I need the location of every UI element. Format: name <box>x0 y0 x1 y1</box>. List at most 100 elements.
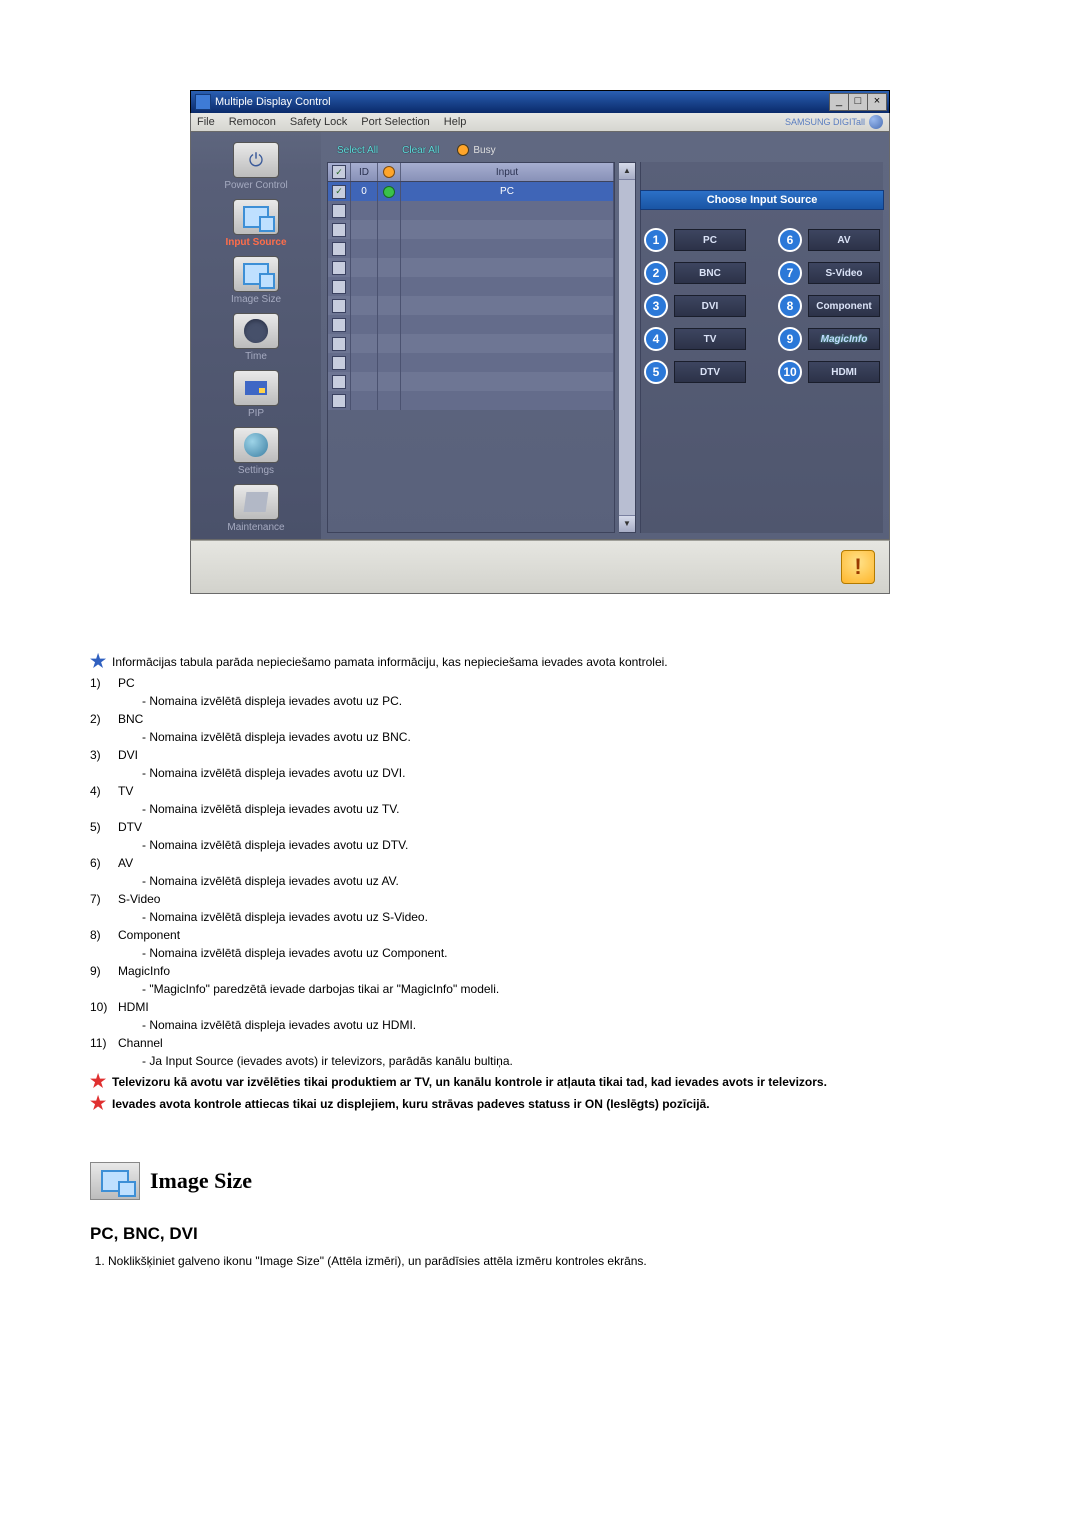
row-checkbox[interactable] <box>332 394 346 408</box>
section-heading: Image Size <box>90 1162 980 1200</box>
display-table: ✓ ID Input ✓0PC <box>327 162 615 533</box>
sidebar-item-settings[interactable]: Settings <box>233 427 279 476</box>
section-title: Image Size <box>150 1168 252 1194</box>
table-row[interactable]: ✓0PC <box>328 182 614 201</box>
source-button-bnc[interactable]: BNC <box>674 262 746 284</box>
choose-input-panel: Choose Input Source 1PC2BNC3DVI4TV5DTV 6… <box>640 162 883 533</box>
number-badge: 2 <box>644 261 668 285</box>
row-input <box>401 277 614 296</box>
titlebar: Multiple Display Control _ □ × <box>190 90 890 113</box>
list-item: 4)TV- Nomaina izvēlētā displeja ievades … <box>90 784 980 816</box>
settings-icon <box>233 427 279 463</box>
app-window: Multiple Display Control _ □ × File Remo… <box>190 90 890 594</box>
col-id: ID <box>351 163 378 181</box>
col-status <box>378 163 401 181</box>
menu-safety-lock[interactable]: Safety Lock <box>290 116 347 128</box>
table-row[interactable] <box>328 258 614 277</box>
list-item: 10)HDMI- Nomaina izvēlētā displeja ievad… <box>90 1000 980 1032</box>
sidebar-item-pip[interactable]: PIP <box>233 370 279 419</box>
table-row[interactable] <box>328 391 614 410</box>
sidebar-item-power-control[interactable]: ⏻ Power Control <box>224 142 287 191</box>
list-item: 6)AV- Nomaina izvēlētā displeja ievades … <box>90 856 980 888</box>
minimize-button[interactable]: _ <box>829 93 849 111</box>
list-item: 2)BNC- Nomaina izvēlētā displeja ievades… <box>90 712 980 744</box>
star-icon: ★ <box>90 654 104 668</box>
sidebar-item-maintenance[interactable]: Maintenance <box>227 484 284 533</box>
menu-port-selection[interactable]: Port Selection <box>361 116 429 128</box>
sidebar-item-time[interactable]: Time <box>233 313 279 362</box>
row-checkbox[interactable] <box>332 242 346 256</box>
table-row[interactable] <box>328 277 614 296</box>
status-dot-icon <box>383 186 395 198</box>
table-row[interactable] <box>328 201 614 220</box>
source-button-hdmi[interactable]: HDMI <box>808 361 880 383</box>
source-button-tv[interactable]: TV <box>674 328 746 350</box>
row-id <box>351 391 378 410</box>
table-row[interactable] <box>328 296 614 315</box>
col-checkbox[interactable]: ✓ <box>328 163 351 181</box>
alert-icon[interactable]: ! <box>841 550 875 584</box>
sidebar-item-input-source[interactable]: Input Source <box>225 199 286 248</box>
busy-indicator: Busy <box>457 144 495 156</box>
scrollbar[interactable]: ▲ ▼ <box>619 162 636 533</box>
row-checkbox[interactable] <box>332 356 346 370</box>
sidebar-item-label: Time <box>245 351 267 362</box>
sidebar-item-label: Image Size <box>231 294 281 305</box>
row-input <box>401 372 614 391</box>
clear-all-button[interactable]: Clear All <box>396 143 445 158</box>
number-badge: 1 <box>644 228 668 252</box>
select-all-button[interactable]: Select All <box>331 143 384 158</box>
busy-dot-icon <box>457 144 469 156</box>
menubar: File Remocon Safety Lock Port Selection … <box>190 113 890 132</box>
close-button[interactable]: × <box>867 93 887 111</box>
scroll-down-icon[interactable]: ▼ <box>619 515 635 532</box>
table-row[interactable] <box>328 334 614 353</box>
row-checkbox[interactable]: ✓ <box>332 185 346 199</box>
number-badge: 6 <box>778 228 802 252</box>
source-button-magicinfo[interactable]: MagicInfo <box>808 328 880 350</box>
row-id <box>351 258 378 277</box>
intro-text: Informācijas tabula parāda nepieciešamo … <box>112 654 668 670</box>
source-button-pc[interactable]: PC <box>674 229 746 251</box>
row-checkbox[interactable] <box>332 375 346 389</box>
table-row[interactable] <box>328 315 614 334</box>
table-row[interactable] <box>328 220 614 239</box>
pip-icon <box>233 370 279 406</box>
row-checkbox[interactable] <box>332 204 346 218</box>
app-icon <box>195 94 211 110</box>
menu-help[interactable]: Help <box>444 116 467 128</box>
source-button-dvi[interactable]: DVI <box>674 295 746 317</box>
table-row[interactable] <box>328 353 614 372</box>
row-input <box>401 334 614 353</box>
table-row[interactable] <box>328 372 614 391</box>
sidebar-item-image-size[interactable]: Image Size <box>231 256 281 305</box>
row-checkbox[interactable] <box>332 223 346 237</box>
row-checkbox[interactable] <box>332 261 346 275</box>
maximize-button[interactable]: □ <box>848 93 868 111</box>
input-source-icon <box>233 199 279 235</box>
list-item: 7)S-Video- Nomaina izvēlētā displeja iev… <box>90 892 980 924</box>
number-badge: 10 <box>778 360 802 384</box>
menu-file[interactable]: File <box>197 116 215 128</box>
number-badge: 9 <box>778 327 802 351</box>
source-button-dtv[interactable]: DTV <box>674 361 746 383</box>
window-title: Multiple Display Control <box>215 96 331 108</box>
source-button-component[interactable]: Component <box>808 295 880 317</box>
row-input <box>401 353 614 372</box>
menu-remocon[interactable]: Remocon <box>229 116 276 128</box>
table-row[interactable] <box>328 239 614 258</box>
source-button-svideo[interactable]: S-Video <box>808 262 880 284</box>
scroll-up-icon[interactable]: ▲ <box>619 163 635 180</box>
row-checkbox[interactable] <box>332 299 346 313</box>
number-badge: 7 <box>778 261 802 285</box>
row-checkbox[interactable] <box>332 318 346 332</box>
brand-logo: SAMSUNG DIGITall <box>785 115 883 129</box>
source-button-av[interactable]: AV <box>808 229 880 251</box>
row-checkbox[interactable] <box>332 280 346 294</box>
panel-heading: Choose Input Source <box>640 190 884 210</box>
row-checkbox[interactable] <box>332 337 346 351</box>
row-id <box>351 315 378 334</box>
row-id <box>351 220 378 239</box>
number-badge: 4 <box>644 327 668 351</box>
sidebar: ⏻ Power Control Input Source Image Size … <box>191 132 321 539</box>
